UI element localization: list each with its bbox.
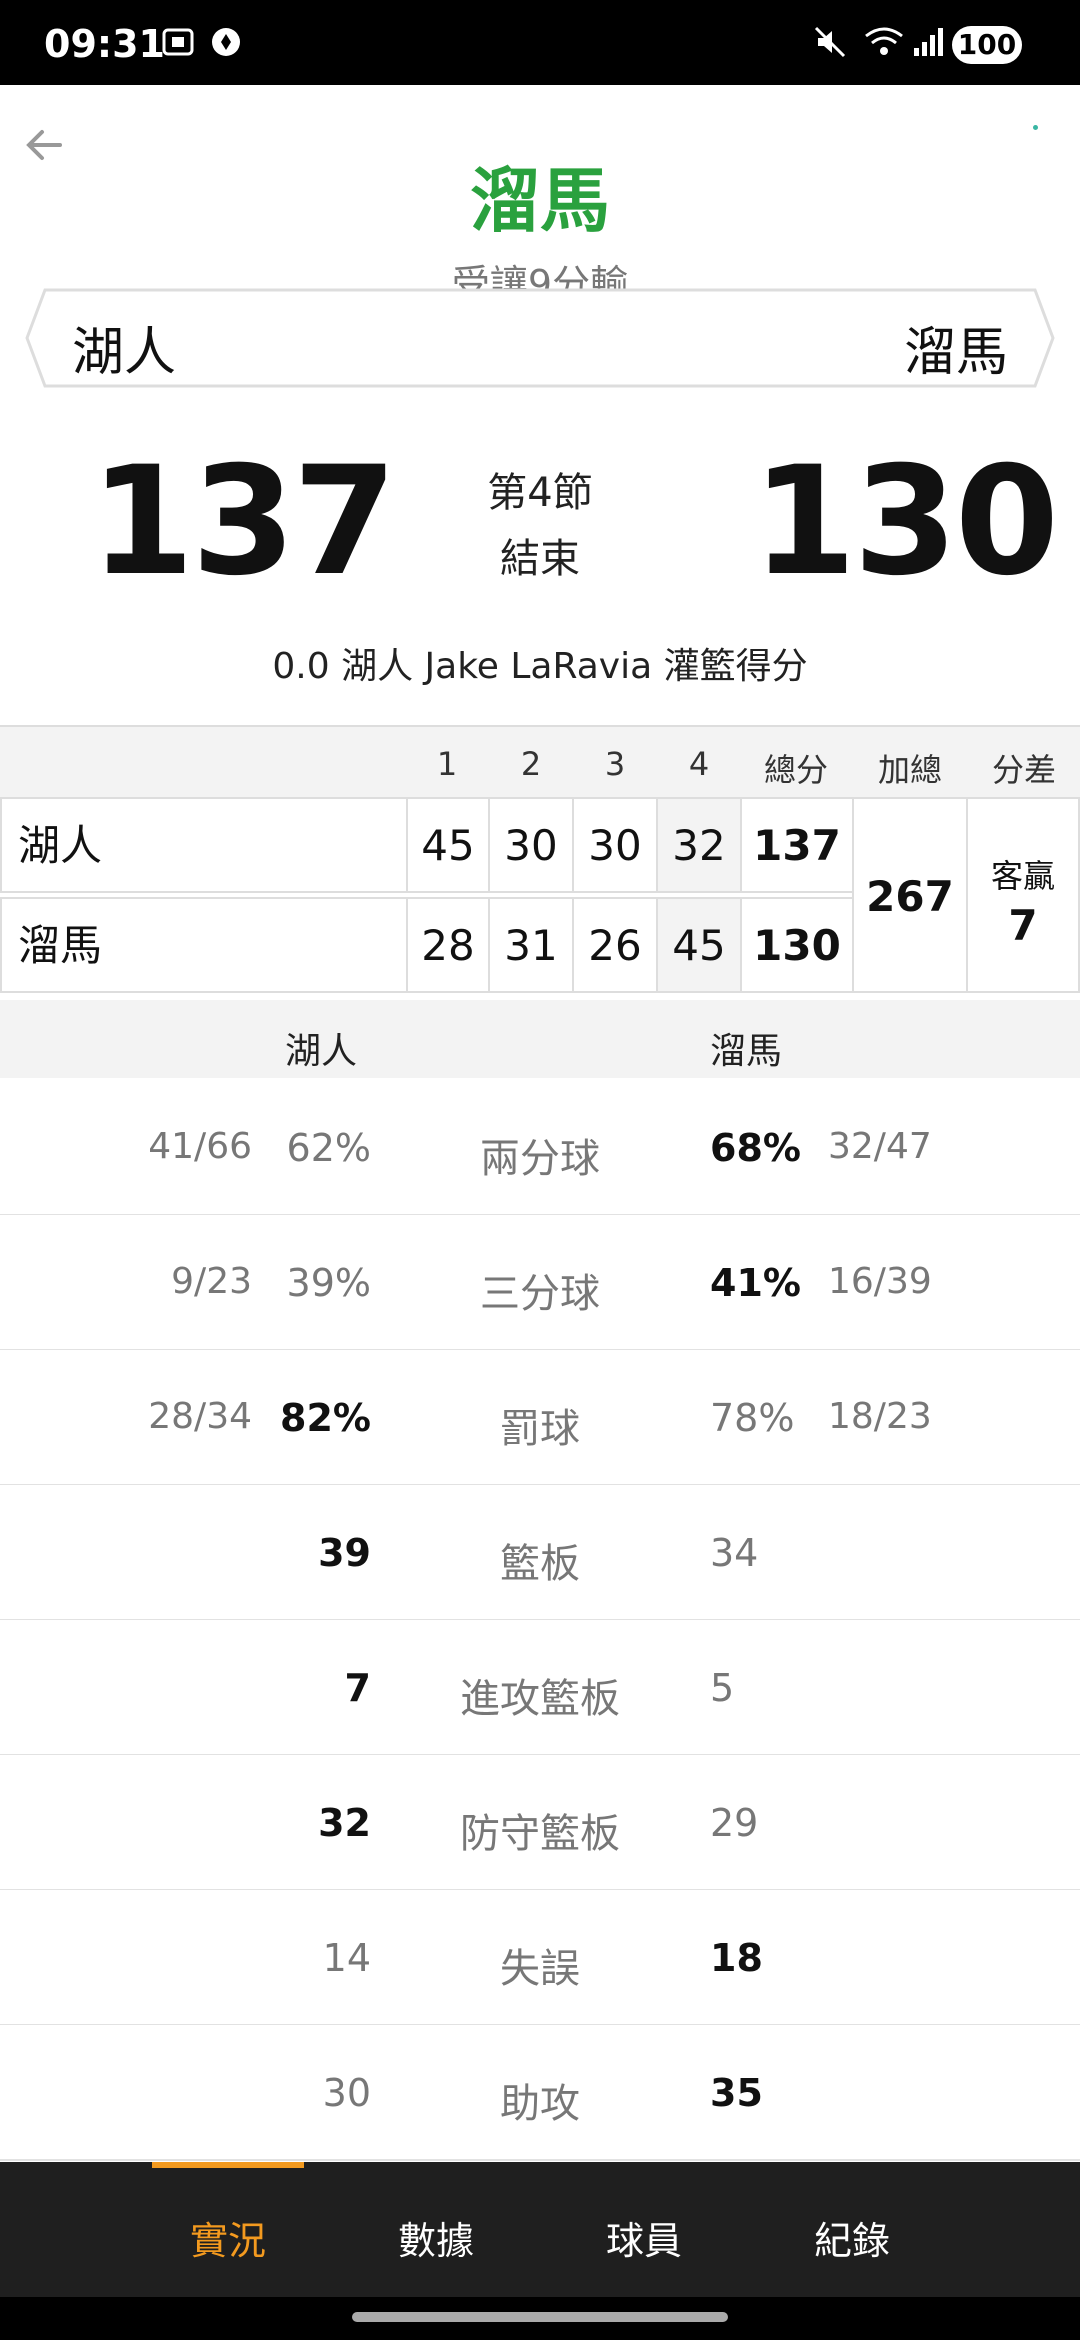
location-icon [208,24,244,68]
screenshot-icon [160,24,196,68]
stat-label: 籃板 [500,1541,580,1587]
stat-row: 30 助攻 35 [0,2025,1080,2161]
stat-left-value: 62% [286,1126,371,1170]
stat-left-value: 39 [318,1531,371,1575]
score-left: 137 [90,435,397,609]
mute-icon [812,24,848,68]
stat-label: 進攻籃板 [460,1676,620,1722]
quarter-score: 45 [406,797,490,893]
team-name: 湖人 [0,797,408,893]
stat-left-value: 14 [322,1936,371,1980]
quarter-header: 1 [436,745,458,783]
diff-label: 客贏 [990,857,1055,895]
stat-right-value: 41% [710,1261,801,1305]
period-status: 結束 [500,536,580,582]
stat-row: 41/66 62% 兩分球 68% 32/47 [0,1080,1080,1216]
total-header: 總分 [763,751,828,789]
team-right-name[interactable]: 溜馬 [904,310,1008,385]
point-diff: 客贏 7 [966,797,1080,993]
stat-left-value: 30 [322,2071,371,2115]
quarter-score: 32 [656,797,742,893]
stat-row: 39 籃板 34 [0,1485,1080,1621]
diff-header: 分差 [991,751,1056,789]
total-score: 130 [740,897,854,993]
quarter-table-header: 1 2 3 4 總分 加總 分差 [0,725,1080,797]
stats-header: 湖人 溜馬 [0,1000,1080,1078]
stat-right-value: 34 [710,1531,759,1575]
status-bar: 09:31 100 [0,0,1080,85]
quarter-header: 2 [520,745,542,783]
gesture-bar [0,2297,1080,2340]
quarter-score: 31 [488,897,574,993]
last-play-text: 0.0 湖人 Jake LaRavia 灌籃得分 [272,646,808,687]
stat-right-value: 29 [710,1801,759,1845]
indicator-dot [1033,125,1038,130]
quarter-score: 30 [488,797,574,893]
quarter-header: 4 [688,745,710,783]
status-time: 09:31 [44,22,165,66]
total-score: 137 [740,797,854,893]
period-label: 第4節 [487,470,593,516]
stat-label: 兩分球 [480,1136,600,1182]
stat-left-fraction: 9/23 [171,1261,252,1302]
stat-left-value: 7 [344,1666,371,1710]
stat-row: 14 失誤 18 [0,1890,1080,2026]
stat-left-value: 39% [286,1261,371,1305]
team-bar: 湖人 溜馬 [25,288,1055,388]
quarter-score: 30 [572,797,658,893]
stat-row: 32 防守籃板 29 [0,1755,1080,1891]
stat-right-fraction: 16/39 [828,1261,932,1302]
diff-value: 7 [1008,901,1038,950]
stat-right-value: 18 [710,1936,763,1980]
tab-live[interactable]: 實況 [124,2210,332,2265]
stat-row: 7 進攻籃板 5 [0,1620,1080,1756]
battery-indicator: 100 [952,26,1022,64]
quarter-score: 28 [406,897,490,993]
tab-players[interactable]: 球員 [540,2210,748,2265]
period-info: 第4節 結束 [440,460,640,592]
stat-right-fraction: 18/23 [828,1396,932,1437]
stat-label: 防守籃板 [460,1811,620,1857]
stats-team-left: 湖人 [285,1031,358,1072]
score-right: 130 [752,435,1059,609]
wifi-icon [862,24,906,68]
stat-row: 9/23 39% 三分球 41% 16/39 [0,1215,1080,1351]
signal-icon [912,24,944,68]
combined-total: 267 [852,797,968,993]
stat-right-value: 35 [710,2071,763,2115]
stat-label: 助攻 [500,2081,580,2127]
game-header: 溜馬 受讓9分輸 湖人 溜馬 137 第4節 結束 130 0.0 湖人 Jak… [0,85,1080,725]
tab-records[interactable]: 紀錄 [748,2210,956,2265]
quarter-score: 26 [572,897,658,993]
stat-left-fraction: 41/66 [148,1126,252,1167]
stat-left-fraction: 28/34 [148,1396,252,1437]
stat-label: 失誤 [500,1946,580,1992]
home-indicator[interactable] [352,2312,728,2322]
active-tab-indicator [152,2162,304,2168]
page-title: 溜馬 [470,160,610,242]
stat-label: 三分球 [480,1271,600,1317]
quarter-score: 45 [656,897,742,993]
team-left-name[interactable]: 湖人 [72,310,176,385]
sum-header: 加總 [877,751,942,789]
quarter-score-table: 1 2 3 4 總分 加總 分差 湖人 45 30 30 32 137 溜馬 2… [0,725,1080,993]
stat-left-value: 32 [318,1801,371,1845]
stat-label: 罰球 [500,1406,580,1452]
bottom-nav: 實況 數據 球員 紀錄 [0,2162,1080,2297]
stats-team-right: 溜馬 [710,1031,783,1072]
tab-data[interactable]: 數據 [332,2210,540,2265]
stat-right-value: 78% [710,1396,795,1440]
stat-right-fraction: 32/47 [828,1126,932,1167]
stat-right-value: 68% [710,1126,801,1170]
stat-right-value: 5 [710,1666,735,1710]
stat-left-value: 82% [280,1396,371,1440]
quarter-header: 3 [604,745,626,783]
stat-row: 28/34 82% 罰球 78% 18/23 [0,1350,1080,1486]
team-name: 溜馬 [0,897,408,993]
